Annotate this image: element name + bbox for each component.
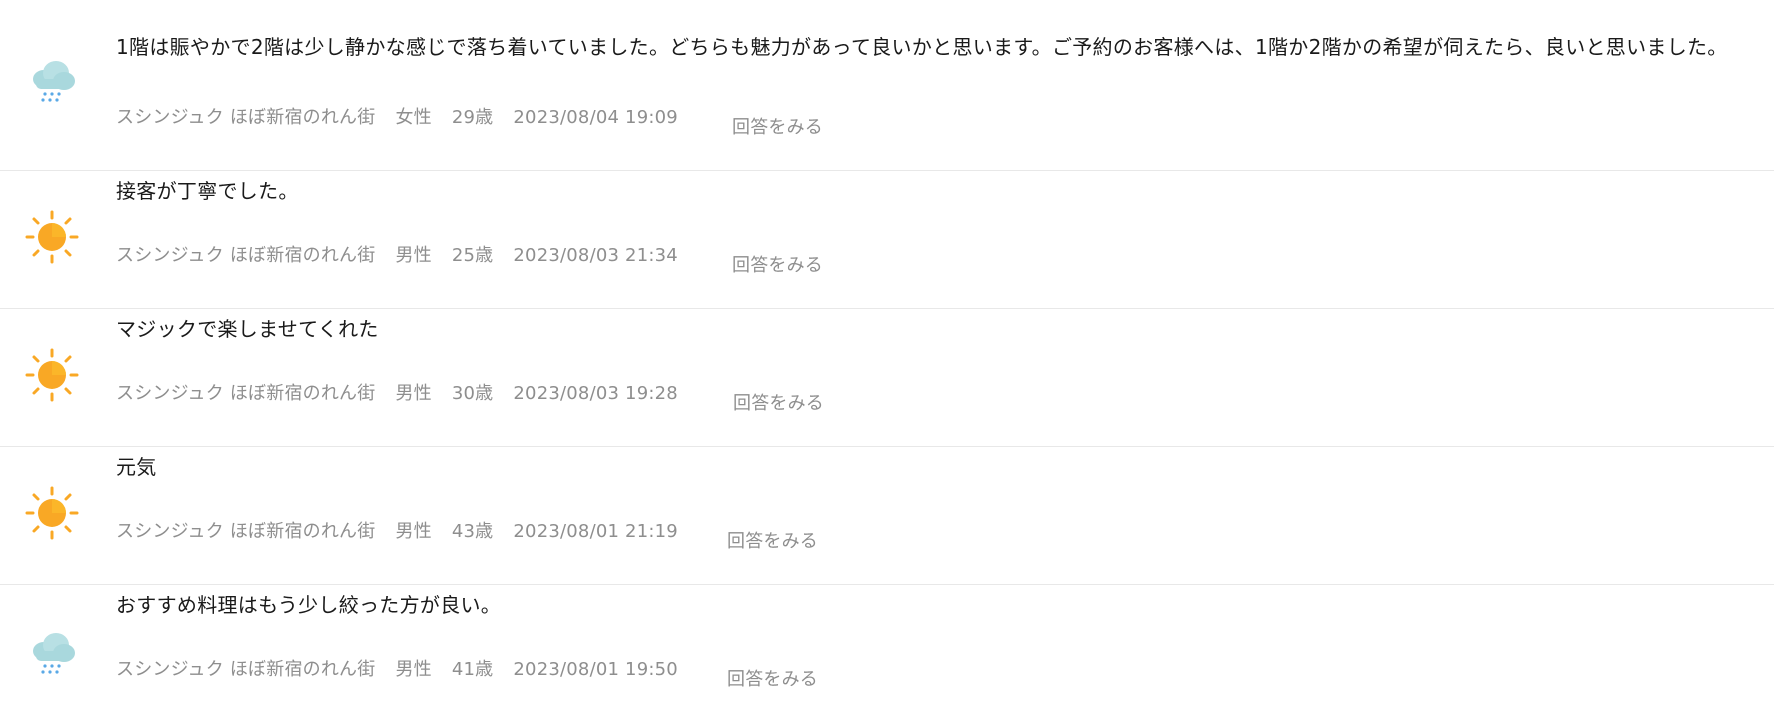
rain-cloud-icon — [24, 623, 80, 679]
meta-info: スシンジュク ほぼ新宿のれん街 男性 43歳 2023/08/01 21:19 — [116, 517, 678, 543]
gender: 男性 — [395, 383, 432, 404]
comment-text: 1階は賑やかで2階は少し静かな感じで落ち着いていました。どちらも魅力があって良い… — [116, 35, 1728, 59]
gender: 男性 — [395, 659, 432, 680]
age: 25歳 — [451, 245, 494, 266]
list-item: 元気 スシンジュク ほぼ新宿のれん街 男性 43歳 2023/08/01 21:19 … — [0, 447, 1774, 585]
list-item: 接客が丁寧でした。 スシンジュク ほぼ新宿のれん街 男性 25歳 2023/08/03… — [0, 171, 1774, 309]
view-answer-link[interactable]: 回答をみる — [732, 113, 823, 139]
comment-text: マジックで楽しませてくれた — [116, 317, 379, 341]
age: 29歳 — [451, 107, 494, 128]
sun-icon — [24, 485, 80, 541]
view-answer-link[interactable]: 回答をみる — [727, 527, 818, 553]
meta-info: スシンジュク ほぼ新宿のれん街 男性 30歳 2023/08/03 19:28 — [116, 379, 678, 405]
gender: 男性 — [395, 245, 432, 266]
feedback-page: 1階は賑やかで2階は少し静かな感じで落ち着いていました。どちらも魅力があって良い… — [0, 0, 1774, 722]
meta-info: スシンジュク ほぼ新宿のれん街 男性 41歳 2023/08/01 19:50 — [116, 655, 678, 681]
store-name: スシンジュク ほぼ新宿のれん街 — [116, 383, 376, 404]
rain-cloud-icon — [24, 51, 80, 107]
comment-text: おすすめ料理はもう少し絞った方が良い。 — [116, 593, 502, 617]
view-answer-link[interactable]: 回答をみる — [727, 665, 818, 691]
age: 43歳 — [451, 521, 494, 542]
gender: 女性 — [395, 107, 432, 128]
age: 30歳 — [451, 383, 494, 404]
sun-icon — [24, 209, 80, 265]
age: 41歳 — [451, 659, 494, 680]
date: 2023/08/03 19:28 — [513, 383, 678, 404]
store-name: スシンジュク ほぼ新宿のれん街 — [116, 659, 376, 680]
sun-icon — [24, 347, 80, 403]
list-item: 1階は賑やかで2階は少し静かな感じで落ち着いていました。どちらも魅力があって良い… — [0, 0, 1774, 171]
store-name: スシンジュク ほぼ新宿のれん街 — [116, 245, 376, 266]
view-answer-link[interactable]: 回答をみる — [732, 251, 823, 277]
feedback-list: 1階は賑やかで2階は少し静かな感じで落ち着いていました。どちらも魅力があって良い… — [0, 0, 1774, 722]
list-item: おすすめ料理はもう少し絞った方が良い。 スシンジュク ほぼ新宿のれん街 男性 41歳… — [0, 585, 1774, 722]
store-name: スシンジュク ほぼ新宿のれん街 — [116, 521, 376, 542]
date: 2023/08/01 19:50 — [513, 659, 678, 680]
comment-text: 元気 — [116, 455, 157, 479]
meta-info: スシンジュク ほぼ新宿のれん街 女性 29歳 2023/08/04 19:09 — [116, 103, 678, 129]
store-name: スシンジュク ほぼ新宿のれん街 — [116, 107, 376, 128]
meta-info: スシンジュク ほぼ新宿のれん街 男性 25歳 2023/08/03 21:34 — [116, 241, 678, 267]
date: 2023/08/04 19:09 — [513, 107, 678, 128]
view-answer-link[interactable]: 回答をみる — [733, 389, 824, 415]
date: 2023/08/03 21:34 — [513, 245, 678, 266]
date: 2023/08/01 21:19 — [513, 521, 678, 542]
comment-text: 接客が丁寧でした。 — [116, 179, 299, 203]
list-item: マジックで楽しませてくれた スシンジュク ほぼ新宿のれん街 男性 30歳 2023/0… — [0, 309, 1774, 447]
gender: 男性 — [395, 521, 432, 542]
